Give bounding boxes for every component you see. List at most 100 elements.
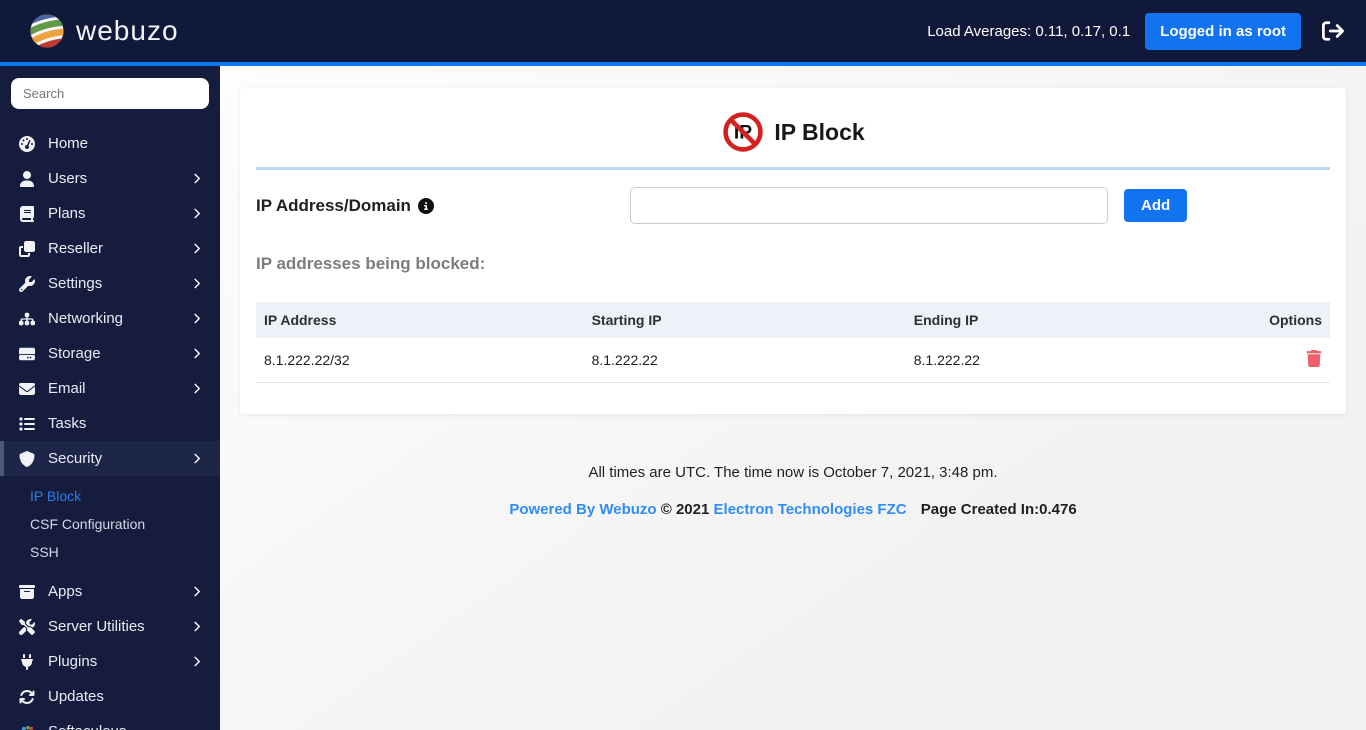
plug-icon bbox=[18, 653, 35, 670]
cell-ip-address: 8.1.222.22/32 bbox=[256, 338, 584, 383]
sidebar-item-softaculous[interactable]: Softaculous bbox=[0, 714, 220, 730]
webuzo-globe-icon bbox=[30, 14, 64, 48]
column-header-ending-ip: Ending IP bbox=[905, 302, 1228, 338]
topbar: webuzo Load Averages: 0.11, 0.17, 0.1 Lo… bbox=[0, 0, 1366, 62]
sidebar-item-networking[interactable]: Networking bbox=[0, 301, 220, 336]
table-row: 8.1.222.22/32 8.1.222.22 8.1.222.22 bbox=[256, 338, 1330, 383]
column-header-ip-address: IP Address bbox=[256, 302, 584, 338]
gauge-icon bbox=[18, 135, 35, 152]
book-icon bbox=[18, 205, 35, 222]
add-button[interactable]: Add bbox=[1124, 189, 1188, 222]
powered-by-webuzo-link[interactable]: Powered By Webuzo bbox=[509, 501, 656, 518]
chevron-right-icon bbox=[191, 453, 202, 464]
page-created-text: Page Created In:0.476 bbox=[920, 501, 1077, 518]
chevron-right-icon bbox=[191, 656, 202, 667]
sidebar-item-updates[interactable]: Updates bbox=[0, 679, 220, 714]
chevron-right-icon bbox=[191, 586, 202, 597]
chevron-right-icon bbox=[191, 278, 202, 289]
sidebar-item-label: Settings bbox=[48, 275, 103, 292]
sidebar-item-label: Reseller bbox=[48, 240, 104, 257]
chevron-right-icon bbox=[191, 383, 202, 394]
security-submenu: IP Block CSF Configuration SSH bbox=[0, 476, 220, 574]
sidebar-item-label: Softaculous bbox=[48, 723, 202, 730]
chevron-right-icon bbox=[191, 243, 202, 254]
submenu-item-csf-configuration[interactable]: CSF Configuration bbox=[0, 510, 220, 538]
sidebar-item-home[interactable]: Home bbox=[0, 126, 220, 161]
title-divider bbox=[256, 167, 1330, 170]
sidebar-item-users[interactable]: Users bbox=[0, 161, 220, 196]
sidebar-item-label: Storage bbox=[48, 345, 101, 362]
sidebar-item-plans[interactable]: Plans bbox=[0, 196, 220, 231]
sidebar-item-label: Apps bbox=[48, 583, 83, 600]
footer: All times are UTC. The time now is Octob… bbox=[220, 464, 1366, 518]
chevron-right-icon bbox=[191, 348, 202, 359]
sidebar-item-label: Networking bbox=[48, 310, 124, 327]
sidebar-item-label: Home bbox=[48, 135, 89, 152]
column-header-options: Options bbox=[1227, 302, 1330, 338]
electron-technologies-link[interactable]: Electron Technologies FZC bbox=[714, 501, 907, 518]
chevron-right-icon bbox=[191, 313, 202, 324]
sidebar-item-apps[interactable]: Apps bbox=[0, 574, 220, 609]
sidebar-item-label: Tasks bbox=[48, 415, 87, 432]
sidebar-item-tasks[interactable]: Tasks bbox=[0, 406, 220, 441]
ip-block-card: IP IP Block IP Address/Domain Add IP add… bbox=[240, 88, 1346, 414]
trash-icon[interactable] bbox=[1306, 350, 1322, 367]
load-averages: Load Averages: 0.11, 0.17, 0.1 bbox=[927, 22, 1131, 40]
submenu-item-ssh[interactable]: SSH bbox=[0, 538, 220, 566]
cell-ending-ip: 8.1.222.22 bbox=[905, 338, 1228, 383]
logout-icon[interactable] bbox=[1322, 20, 1344, 42]
submenu-item-ip-block[interactable]: IP Block bbox=[0, 482, 220, 510]
brand-name: webuzo bbox=[76, 15, 179, 46]
sidebar-item-security[interactable]: Security bbox=[0, 441, 220, 476]
sidebar-item-label: Server Utilities bbox=[48, 618, 145, 635]
sidebar-item-label: Plans bbox=[48, 205, 86, 222]
sidebar-item-email[interactable]: Email bbox=[0, 371, 220, 406]
tools-icon bbox=[18, 618, 35, 635]
rotate-icon bbox=[18, 688, 35, 705]
chevron-right-icon bbox=[191, 621, 202, 632]
page-title-text: IP Block bbox=[774, 118, 865, 145]
sidebar-nav: Home Users Plans Reseller Settings Netwo… bbox=[0, 126, 220, 730]
blocked-ips-table: IP Address Starting IP Ending IP Options… bbox=[256, 302, 1330, 383]
column-header-starting-ip: Starting IP bbox=[583, 302, 906, 338]
box-icon bbox=[18, 583, 35, 600]
sidebar-item-storage[interactable]: Storage bbox=[0, 336, 220, 371]
sidebar-item-label: Security bbox=[48, 450, 103, 467]
sidebar-item-label: Updates bbox=[48, 688, 104, 705]
clone-icon bbox=[18, 240, 35, 257]
blocked-ips-heading: IP addresses being blocked: bbox=[256, 254, 486, 273]
sidebar-item-reseller[interactable]: Reseller bbox=[0, 231, 220, 266]
chevron-right-icon bbox=[191, 208, 202, 219]
envelope-icon bbox=[18, 380, 35, 397]
hard-drive-icon bbox=[18, 345, 35, 362]
search-input[interactable] bbox=[11, 78, 209, 109]
sidebar-item-label: Users bbox=[48, 170, 88, 187]
sidebar-item-settings[interactable]: Settings bbox=[0, 266, 220, 301]
sidebar-item-plugins[interactable]: Plugins bbox=[0, 644, 220, 679]
ip-address-domain-label: IP Address/Domain bbox=[256, 187, 630, 224]
wrench-icon bbox=[18, 275, 35, 292]
main-content: IP IP Block IP Address/Domain Add IP add… bbox=[220, 66, 1366, 730]
sidebar-item-label: Plugins bbox=[48, 653, 98, 670]
sidebar: Home Users Plans Reseller Settings bbox=[0, 66, 220, 730]
cell-starting-ip: 8.1.222.22 bbox=[583, 338, 906, 383]
add-ip-form: IP Address/Domain Add bbox=[256, 187, 1330, 224]
logged-in-as-root-button[interactable]: Logged in as root bbox=[1145, 12, 1301, 50]
list-icon bbox=[18, 415, 35, 432]
page-title: IP IP Block bbox=[240, 88, 1346, 154]
sidebar-item-label: Email bbox=[48, 380, 86, 397]
copyright-text: © 2021 bbox=[660, 501, 710, 518]
shield-icon bbox=[18, 450, 35, 467]
ip-address-domain-label-text: IP Address/Domain bbox=[256, 196, 411, 215]
chevron-right-icon bbox=[191, 173, 202, 184]
webuzo-logo[interactable]: webuzo bbox=[26, 10, 179, 52]
table-header-row: IP Address Starting IP Ending IP Options bbox=[256, 302, 1330, 338]
powered-by-line: Powered By Webuzo © 2021 Electron Techno… bbox=[220, 501, 1366, 518]
sitemap-icon bbox=[18, 310, 35, 327]
no-entry-ip-icon: IP bbox=[723, 112, 764, 152]
sidebar-item-server-utilities[interactable]: Server Utilities bbox=[0, 609, 220, 644]
info-circle-icon[interactable] bbox=[417, 197, 434, 214]
ip-address-input[interactable] bbox=[630, 187, 1108, 224]
softaculous-icon bbox=[18, 723, 35, 730]
time-note: All times are UTC. The time now is Octob… bbox=[588, 464, 998, 481]
